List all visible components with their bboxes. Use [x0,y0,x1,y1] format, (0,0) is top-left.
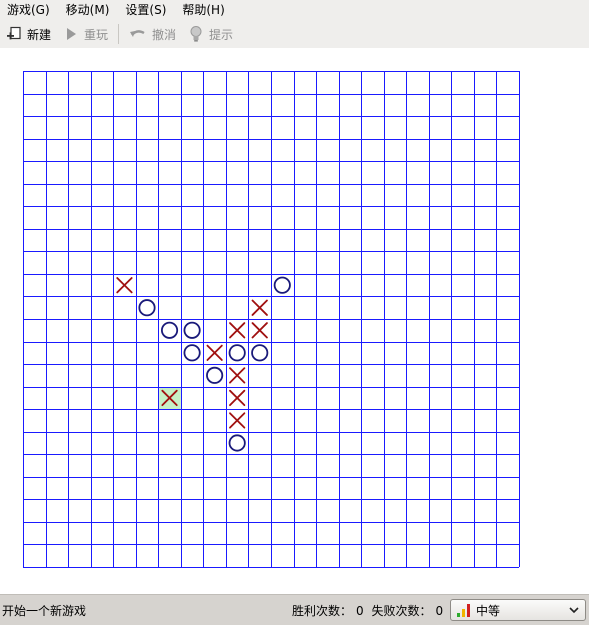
o-stone [138,299,156,317]
o-stone [228,434,246,452]
x-stone [229,412,246,429]
menu-settings[interactable]: 设置(S) [117,0,174,20]
toolbar: 新建 重玩 撤消 提示 [0,20,589,49]
game-board[interactable] [0,48,589,594]
replay-button[interactable]: 重玩 [57,21,114,47]
o-stone [228,344,246,362]
x-stone [229,389,246,407]
difficulty-level-icon [457,604,470,617]
hint-label: 提示 [209,27,234,42]
board-area [0,48,589,594]
undo-label: 撤消 [152,27,177,42]
new-game-label: 新建 [27,27,52,42]
toolbar-separator [118,24,120,44]
o-stone [251,344,269,362]
wins-count: 0 [356,604,364,618]
status-message: 开始一个新游戏 [2,604,87,618]
menu-bar: 游戏(G) 移动(M) 设置(S) 帮助(H) [0,0,589,20]
o-stone [183,321,201,339]
replay-label: 重玩 [84,27,109,42]
x-stone [251,299,268,316]
chevron-down-icon [569,607,579,614]
difficulty-value: 中等 [476,603,501,618]
menu-help[interactable]: 帮助(H) [174,0,232,20]
score-stats: 胜利次数： 0 失败次数： 0 [292,602,447,619]
x-stone [229,367,246,384]
losses-label: 失败次数： [371,604,432,618]
board-grid [23,71,520,568]
o-stone [183,344,201,362]
wins-label: 胜利次数： [292,604,353,618]
lightbulb-icon [190,26,202,42]
menu-move[interactable]: 移动(M) [58,0,118,20]
x-stone [251,322,268,339]
o-stone [160,321,179,339]
undo-icon [130,30,145,37]
menu-game[interactable]: 游戏(G) [0,0,58,20]
hint-button[interactable]: 提示 [182,21,239,47]
x-stone [206,344,223,361]
new-game-icon [7,26,21,40]
play-icon [67,28,77,40]
losses-count: 0 [435,604,444,618]
status-bar: 开始一个新游戏 胜利次数： 0 失败次数： 0 中等 [0,594,589,625]
x-stone [116,277,133,294]
undo-button[interactable]: 撤消 [123,21,182,47]
difficulty-select[interactable]: 中等 [450,599,586,621]
o-stone [273,276,291,294]
x-stone [229,322,246,339]
o-stone [206,366,224,384]
new-game-button[interactable]: 新建 [0,21,57,47]
